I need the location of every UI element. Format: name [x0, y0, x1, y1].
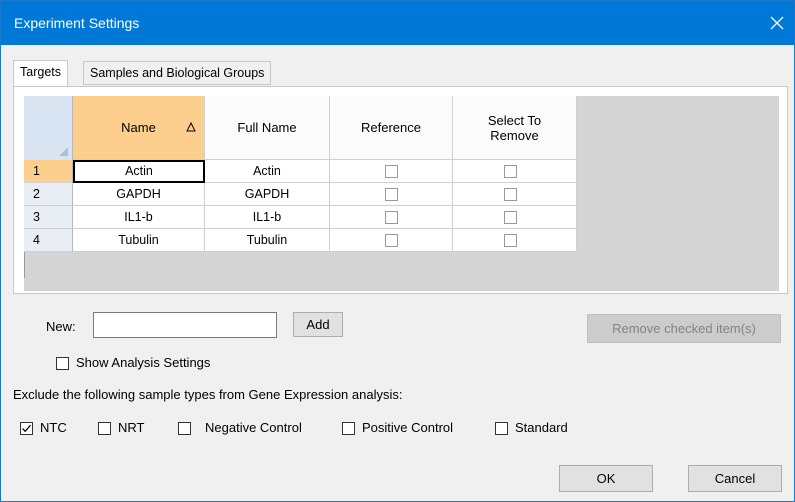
full-name-cell[interactable]: Tubulin [205, 229, 330, 252]
experiment-settings-dialog: Experiment Settings Targets Samples and … [0, 0, 795, 502]
name-cell[interactable]: IL1-b [73, 206, 205, 229]
exclude-positive-control-checkbox[interactable] [342, 422, 355, 435]
ok-button[interactable]: OK [559, 465, 653, 492]
full-name-cell[interactable]: Actin [205, 160, 330, 183]
name-cell[interactable]: GAPDH [73, 183, 205, 206]
reference-checkbox[interactable] [385, 165, 398, 178]
row-header[interactable]: 3 [24, 206, 73, 229]
exclude-negative-control-label: Negative Control [205, 420, 302, 435]
close-button[interactable] [760, 1, 794, 45]
column-header-label: Name [121, 120, 156, 135]
reference-cell [330, 206, 453, 229]
row-header[interactable]: 2 [24, 183, 73, 206]
column-header-label: Select To Remove [487, 112, 542, 143]
add-button[interactable]: Add [293, 312, 343, 337]
close-icon [770, 16, 784, 30]
show-analysis-settings-label: Show Analysis Settings [76, 355, 211, 370]
grid-corner-select-all[interactable] [24, 96, 73, 160]
row-header[interactable]: 4 [24, 229, 73, 252]
name-cell[interactable]: Actin [73, 160, 205, 183]
column-header-select-to-remove[interactable]: Select To Remove [453, 96, 577, 160]
column-header-reference[interactable]: Reference [330, 96, 453, 160]
select-to-remove-checkbox[interactable] [504, 188, 517, 201]
sort-ascending-icon [186, 122, 196, 132]
window-title: Experiment Settings [14, 15, 140, 31]
exclude-nrt-checkbox[interactable] [98, 422, 111, 435]
tab-targets[interactable]: Targets [13, 60, 68, 87]
remove-checked-items-button[interactable]: Remove checked item(s) [587, 314, 781, 343]
checkmark-icon [22, 424, 31, 433]
exclude-positive-control-label: Positive Control [362, 420, 454, 435]
exclude-negative-control-checkbox[interactable] [178, 422, 191, 435]
select-to-remove-checkbox[interactable] [504, 234, 517, 247]
exclude-heading: Exclude the following sample types from … [13, 387, 403, 402]
title-bar: Experiment Settings [1, 1, 794, 45]
remove-cell [453, 160, 577, 183]
exclude-standard-checkbox[interactable] [495, 422, 508, 435]
name-cell[interactable]: Tubulin [73, 229, 205, 252]
select-to-remove-checkbox[interactable] [504, 165, 517, 178]
targets-panel: Name Full Name Reference Select To Remov… [13, 86, 788, 294]
column-header-name[interactable]: Name [73, 96, 205, 160]
column-header-label: Full Name [237, 120, 297, 135]
select-to-remove-checkbox[interactable] [504, 211, 517, 224]
column-header-full-name[interactable]: Full Name [205, 96, 330, 160]
remove-cell [453, 206, 577, 229]
remove-cell [453, 229, 577, 252]
exclude-ntc-label: NTC [40, 420, 67, 435]
reference-checkbox[interactable] [385, 211, 398, 224]
reference-checkbox[interactable] [385, 234, 398, 247]
reference-cell [330, 160, 453, 183]
new-target-input[interactable] [93, 312, 277, 338]
exclude-ntc-checkbox[interactable] [20, 422, 33, 435]
full-name-cell[interactable]: IL1-b [205, 206, 330, 229]
reference-cell [330, 183, 453, 206]
column-header-label: Reference [361, 120, 421, 135]
remove-cell [453, 183, 577, 206]
row-header[interactable]: 1 [24, 160, 73, 183]
reference-checkbox[interactable] [385, 188, 398, 201]
exclude-standard-label: Standard [515, 420, 568, 435]
exclude-nrt-label: NRT [118, 420, 145, 435]
show-analysis-settings-checkbox[interactable] [56, 357, 69, 370]
tab-samples-and-biological-groups[interactable]: Samples and Biological Groups [83, 61, 272, 85]
cancel-button[interactable]: Cancel [688, 465, 782, 492]
reference-cell [330, 229, 453, 252]
new-target-label: New: [46, 319, 76, 334]
targets-grid: Name Full Name Reference Select To Remov… [24, 96, 779, 291]
full-name-cell[interactable]: GAPDH [205, 183, 330, 206]
